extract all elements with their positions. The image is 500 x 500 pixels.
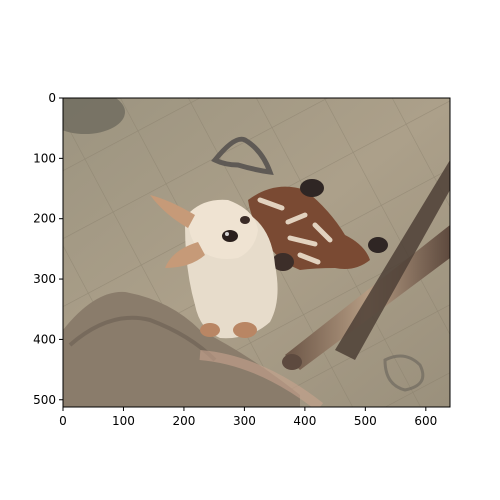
x-axis: 0 100 200 300 400 500 600 (59, 407, 437, 428)
x-tick-label: 100 (112, 414, 135, 428)
image-chart: 0 100 200 300 400 500 600 0 100 200 300 400 500 (33, 91, 451, 428)
x-tick-label: 200 (172, 414, 195, 428)
x-tick-label: 600 (414, 414, 437, 428)
x-tick-label: 500 (354, 414, 377, 428)
y-tick-label: 300 (33, 272, 56, 286)
y-tick-label: 100 (33, 151, 56, 165)
photo-image (63, 98, 450, 407)
y-tick-label: 200 (33, 212, 56, 226)
x-tick-label: 0 (59, 414, 67, 428)
y-tick-label: 400 (33, 332, 56, 346)
y-tick-label: 500 (33, 393, 56, 407)
y-axis: 0 100 200 300 400 500 (33, 91, 63, 407)
x-tick-label: 300 (233, 414, 256, 428)
x-tick-label: 400 (293, 414, 316, 428)
y-tick-label: 0 (48, 91, 56, 105)
